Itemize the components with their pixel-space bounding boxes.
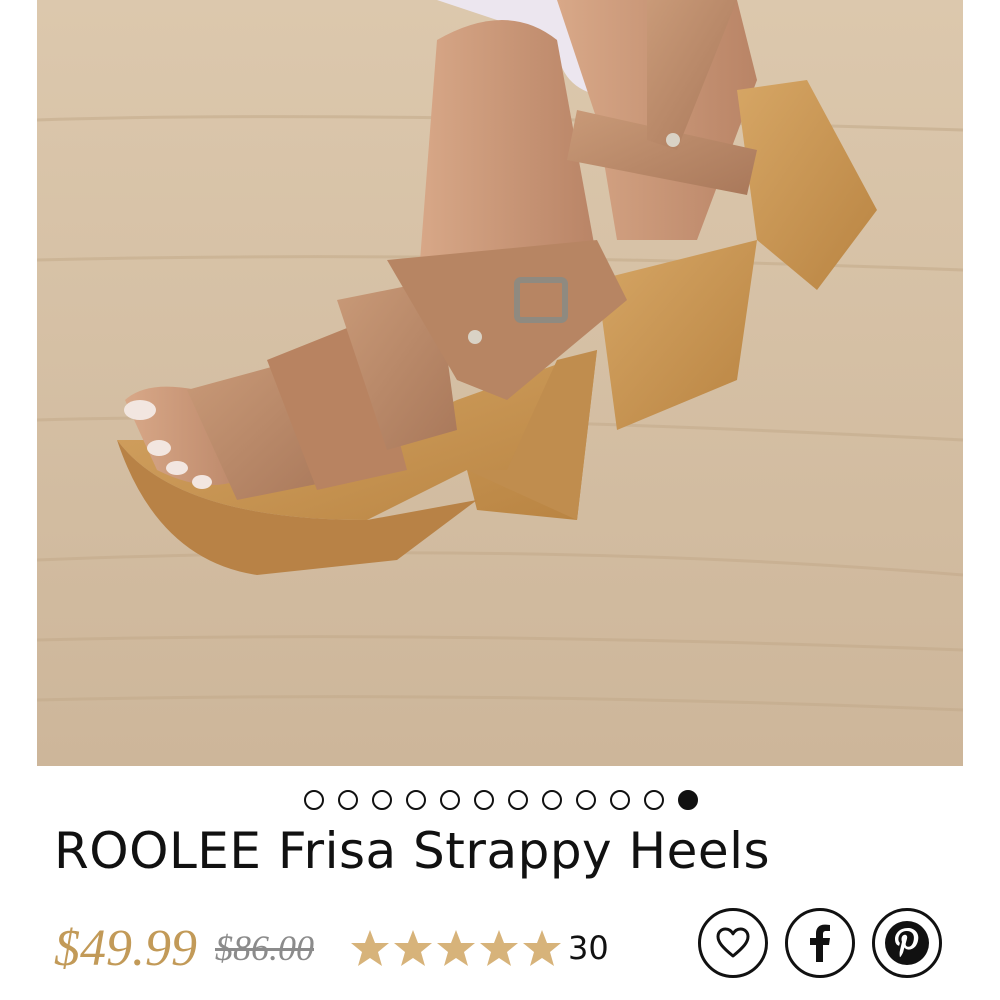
carousel-dot[interactable] <box>440 790 460 810</box>
star-icon <box>437 930 475 966</box>
carousel-dot[interactable] <box>508 790 528 810</box>
carousel-dot[interactable] <box>474 790 494 810</box>
carousel-dot[interactable] <box>576 790 596 810</box>
heart-icon <box>716 927 750 958</box>
carousel-dot[interactable] <box>678 790 698 810</box>
star-rating[interactable] <box>350 928 562 968</box>
product-image[interactable] <box>37 0 963 766</box>
star-icon <box>394 930 432 966</box>
carousel-dot[interactable] <box>406 790 426 810</box>
carousel-dot[interactable] <box>338 790 358 810</box>
carousel-dot[interactable] <box>542 790 562 810</box>
facebook-share-button[interactable] <box>785 908 855 978</box>
facebook-icon <box>810 924 830 962</box>
compare-at-price: $86.00 <box>215 928 314 968</box>
review-count[interactable]: 30 <box>568 929 609 967</box>
carousel-dot[interactable] <box>372 790 392 810</box>
sale-price: $49.99 <box>54 919 197 977</box>
product-photo <box>37 0 963 766</box>
carousel-pagination <box>0 786 1000 814</box>
pinterest-icon <box>885 921 929 965</box>
carousel-dot[interactable] <box>610 790 630 810</box>
carousel-dot[interactable] <box>644 790 664 810</box>
pinterest-share-button[interactable] <box>872 908 942 978</box>
carousel-dot[interactable] <box>304 790 324 810</box>
star-icon <box>351 930 389 966</box>
star-icon <box>480 930 518 966</box>
wishlist-button[interactable] <box>698 908 768 978</box>
product-title: ROOLEE Frisa Strappy Heels <box>54 822 771 880</box>
star-icon <box>523 930 561 966</box>
